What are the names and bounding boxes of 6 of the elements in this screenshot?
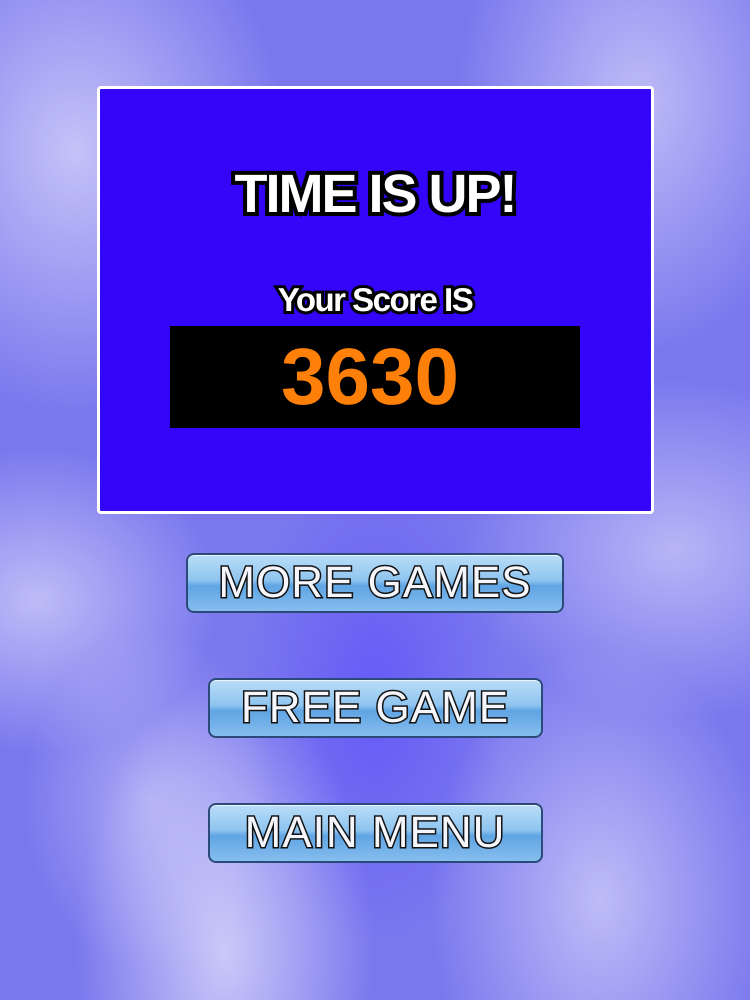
score-label: Your Score IS: [278, 283, 472, 316]
score-value: 3630: [281, 337, 460, 417]
menu-button[interactable]: MAIN MENU: [208, 803, 542, 863]
title-text: TIME IS UP!: [234, 167, 516, 221]
menu-button[interactable]: MORE GAMES: [186, 553, 564, 613]
menu-button[interactable]: FREE GAME: [208, 678, 542, 738]
